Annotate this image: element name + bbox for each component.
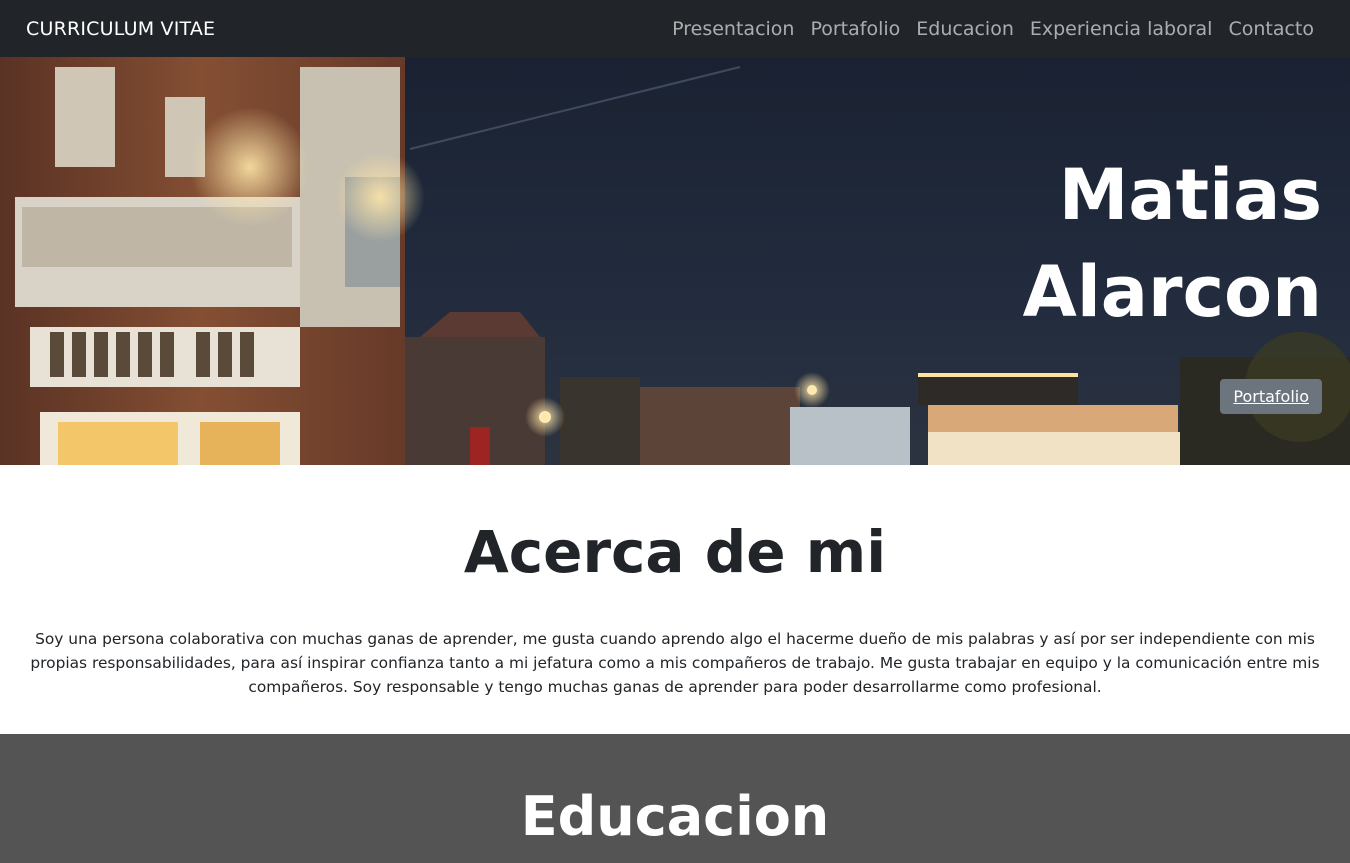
portafolio-button[interactable]: Portafolio: [1220, 379, 1322, 414]
nav-link-experiencia-laboral[interactable]: Experiencia laboral: [1030, 18, 1213, 40]
about-section: Acerca de mi Soy una persona colaborativ…: [0, 465, 1350, 734]
nav-link-portafolio[interactable]: Portafolio: [810, 18, 900, 40]
hero-first-name: Matias: [1058, 154, 1322, 236]
hero-name: Matias Alarcon: [1023, 147, 1322, 341]
education-section: Educacion: [0, 734, 1350, 863]
top-navbar: CURRICULUM VITAE Presentacion Portafolio…: [0, 0, 1350, 57]
education-title: Educacion: [520, 785, 830, 848]
about-text: Soy una persona colaborativa con muchas …: [30, 630, 1320, 696]
nav-link-contacto[interactable]: Contacto: [1228, 18, 1314, 40]
navbar-brand[interactable]: CURRICULUM VITAE: [26, 18, 215, 40]
hero-last-name: Alarcon: [1022, 251, 1322, 333]
hero-section: Matias Alarcon Portafolio: [0, 57, 1350, 465]
nav-link-educacion[interactable]: Educacion: [916, 18, 1014, 40]
about-title: Acerca de mi: [463, 518, 887, 586]
nav-link-presentacion[interactable]: Presentacion: [672, 18, 794, 40]
nav-links: Presentacion Portafolio Educacion Experi…: [672, 18, 1314, 40]
